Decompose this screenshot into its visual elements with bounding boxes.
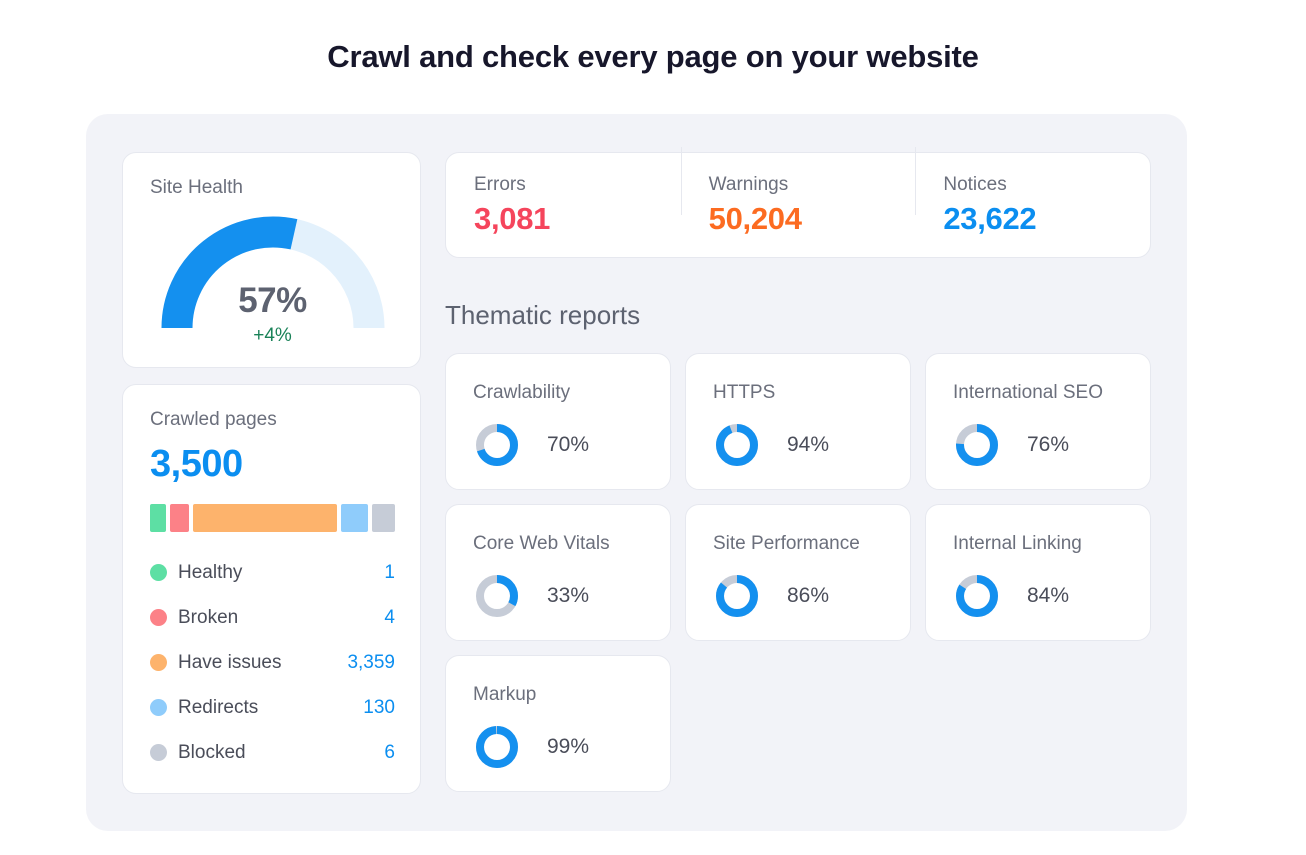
issue-stat[interactable]: Notices 23,622 [915,146,1150,237]
crawled-pages-card[interactable]: Crawled pages 3,500 Healthy 1 Broken 4 Have … [122,384,421,794]
thematic-report-body: 94% [713,421,829,469]
legend-color-dot [150,564,167,581]
donut-chart-icon [476,726,518,768]
thematic-report-card[interactable]: Crawlability 70% [445,353,671,490]
thematic-reports-title: Thematic reports [445,300,641,330]
legend-label: Healthy [178,561,243,583]
legend-color-dot [150,654,167,671]
thematic-report-percent: 70% [547,433,590,456]
legend-color-dot [150,699,167,716]
dashboard-panel: Site Health 57% +4% Crawled pages 3,500 … [86,114,1187,831]
legend-count[interactable]: 4 [384,607,395,629]
thematic-reports-grid: Crawlability 70% HTTPS 94% International SEO… [445,353,1151,792]
thematic-report-card[interactable]: HTTPS 94% [685,353,911,490]
crawled-pages-total: 3,500 [150,443,243,485]
thematic-report-percent: 94% [787,433,830,456]
issue-stat-label: Warnings [708,173,789,195]
issue-stat-label: Notices [943,173,1007,195]
legend-row[interactable]: Blocked 6 [150,730,395,775]
site-health-gauge: 57% +4% [123,213,422,363]
thematic-report-name: HTTPS [713,382,776,403]
legend-color-dot [150,744,167,761]
thematic-report-percent: 99% [547,735,590,758]
crawled-pages-bar-segment [193,504,338,532]
legend-label: Have issues [178,651,282,673]
legend-row[interactable]: Have issues 3,359 [150,640,395,685]
crawled-pages-label: Crawled pages [150,409,277,430]
thematic-report-percent: 76% [1027,433,1070,456]
thematic-report-name: Core Web Vitals [473,533,610,554]
donut-chart-icon [476,424,518,466]
donut-chart-icon [956,424,998,466]
page-title: Crawl and check every page on your websi… [327,38,979,74]
legend-count[interactable]: 6 [384,742,395,764]
crawled-pages-bar-segment [170,504,190,532]
thematic-report-body: 99% [473,723,589,771]
legend-count[interactable]: 1 [384,562,395,584]
legend-row[interactable]: Healthy 1 [150,550,395,595]
legend-row[interactable]: Broken 4 [150,595,395,640]
donut-chart-icon [716,575,758,617]
issue-stat-value: 23,622 [943,200,1037,236]
crawled-pages-bar-segment [150,504,167,532]
legend-count[interactable]: 130 [363,697,395,719]
site-health-value: 57% [238,281,307,320]
donut-chart-icon [476,575,518,617]
donut-chart-icon [956,575,998,617]
thematic-report-card[interactable]: Internal Linking 84% [925,504,1151,641]
thematic-report-card[interactable]: Core Web Vitals 33% [445,504,671,641]
thematic-report-name: International SEO [953,382,1103,403]
crawled-pages-bar-segment [372,504,396,532]
thematic-report-percent: 84% [1027,584,1070,607]
legend-row[interactable]: Redirects 130 [150,685,395,730]
crawled-pages-bar-segment [341,504,369,532]
legend-label: Broken [178,606,239,628]
crawled-pages-segmented-bar [150,504,396,532]
thematic-report-name: Internal Linking [953,533,1082,554]
thematic-report-percent: 86% [787,584,830,607]
thematic-report-name: Site Performance [713,533,860,554]
thematic-report-body: 70% [473,421,589,469]
site-health-label: Site Health [150,177,243,198]
legend-label: Blocked [178,741,246,763]
thematic-report-body: 86% [713,572,829,620]
thematic-report-name: Crawlability [473,382,571,403]
issue-stat[interactable]: Errors 3,081 [446,174,681,237]
site-health-card[interactable]: Site Health 57% +4% [122,152,421,368]
thematic-report-card[interactable]: Site Performance 86% [685,504,911,641]
thematic-report-card[interactable]: Markup 99% [445,655,671,792]
issue-stat-value: 3,081 [474,200,551,236]
thematic-report-body: 84% [953,572,1069,620]
legend-count[interactable]: 3,359 [347,652,395,674]
legend-color-dot [150,609,167,626]
thematic-report-body: 33% [473,572,589,620]
crawled-pages-legend: Healthy 1 Broken 4 Have issues 3,359 Redirects… [150,550,395,775]
donut-chart-icon [716,424,758,466]
thematic-report-percent: 33% [547,584,590,607]
legend-label: Redirects [178,696,259,718]
issue-stat-label: Errors [474,173,526,195]
thematic-report-name: Markup [473,684,537,705]
thematic-report-body: 76% [953,421,1069,469]
site-health-delta: +4% [253,325,292,346]
issue-stat[interactable]: Warnings 50,204 [680,146,916,237]
thematic-report-card[interactable]: International SEO 76% [925,353,1151,490]
issue-summary-card: Errors 3,081 Warnings 50,204 Notices 23,622 [445,146,1151,258]
issue-stat-value: 50,204 [708,200,802,236]
